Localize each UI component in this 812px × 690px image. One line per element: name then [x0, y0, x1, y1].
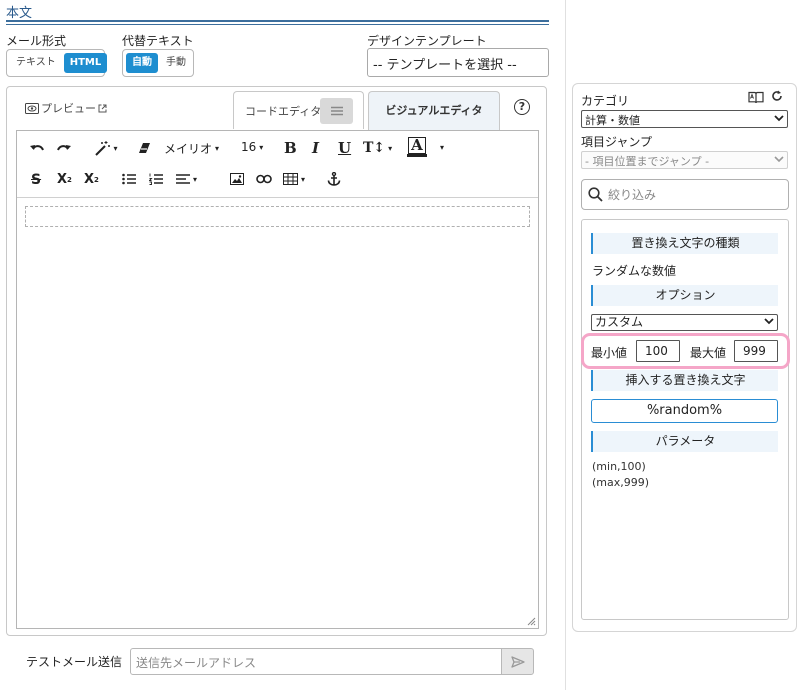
- link-icon[interactable]: [256, 174, 272, 184]
- help-icon[interactable]: ?: [514, 99, 530, 115]
- font-color-button[interactable]: A: [407, 137, 427, 157]
- resize-grip-icon[interactable]: [526, 616, 536, 626]
- max-label: 最大値: [690, 346, 727, 360]
- refresh-icon[interactable]: [771, 90, 783, 102]
- text-size-button[interactable]: T↕ ▾: [363, 140, 392, 156]
- image-icon[interactable]: [230, 173, 244, 185]
- pane-divider: [565, 0, 566, 690]
- alt-text-manual-option[interactable]: 手動: [160, 53, 192, 73]
- parameter-max: (max,999): [592, 476, 650, 489]
- eye-icon: [25, 102, 39, 114]
- magic-wand-icon[interactable]: ▾: [93, 140, 119, 156]
- subscript-glyph: X: [84, 172, 95, 187]
- subscript-button[interactable]: X2: [84, 172, 99, 187]
- test-mail-label: テストメール送信: [26, 655, 123, 669]
- replace-type-heading: 置き換え文字の種類: [591, 233, 778, 254]
- editor-content-block[interactable]: [25, 206, 530, 227]
- external-link-icon: [98, 104, 107, 113]
- undo-icon[interactable]: [28, 141, 46, 157]
- test-mail-input[interactable]: 送信先メールアドレス: [130, 648, 502, 675]
- strikethrough-button[interactable]: S: [31, 172, 41, 188]
- underline-button[interactable]: U: [338, 139, 351, 157]
- italic-button[interactable]: I: [312, 139, 319, 157]
- test-send-button[interactable]: [501, 648, 534, 675]
- tab-visual-editor[interactable]: ビジュアルエディタ: [368, 91, 500, 130]
- max-value-input[interactable]: 999: [734, 340, 778, 362]
- bold-button[interactable]: B: [284, 139, 297, 157]
- chevron-down-icon: [774, 156, 784, 163]
- dictionary-icon[interactable]: [748, 91, 764, 104]
- chevron-down-icon: [774, 115, 784, 122]
- option-heading: オプション: [591, 285, 778, 306]
- jump-select[interactable]: - 項目位置までジャンプ -: [581, 151, 788, 169]
- tab-preview[interactable]: プレビュー: [25, 100, 107, 116]
- search-icon: [588, 187, 603, 202]
- design-template-select[interactable]: -- テンプレートを選択 --: [367, 48, 549, 77]
- chevron-down-icon: [764, 318, 774, 325]
- category-value: 計算・数値: [585, 114, 640, 127]
- mail-format-toggle: テキスト HTML: [6, 49, 108, 77]
- option-value: カスタム: [595, 315, 644, 329]
- filter-placeholder: 絞り込み: [608, 188, 657, 202]
- parameter-heading: パラメータ: [591, 431, 778, 452]
- tab-code-editor-label: コードエディタ: [245, 105, 322, 118]
- menu-lines-icon: [330, 106, 344, 116]
- alt-text-auto-option[interactable]: 自動: [126, 53, 158, 73]
- replace-type-value: ランダムな数値: [592, 264, 677, 278]
- toolbar-divider: [17, 197, 538, 198]
- superscript-button[interactable]: X2: [57, 172, 72, 187]
- send-icon: [510, 655, 525, 668]
- section-rule: [6, 24, 549, 25]
- font-size-value: 16: [241, 140, 257, 154]
- redo-icon[interactable]: [55, 141, 73, 157]
- alt-text-label: 代替テキスト: [122, 34, 194, 48]
- bullet-list-icon[interactable]: [122, 173, 136, 185]
- option-select[interactable]: カスタム: [591, 314, 778, 331]
- font-color-glyph: A: [408, 137, 426, 154]
- section-title: 本文: [6, 6, 33, 21]
- design-template-label: デザインテンプレート: [367, 34, 487, 48]
- font-name-select[interactable]: メイリオ ▾: [164, 140, 219, 157]
- font-name-value: メイリオ: [164, 142, 213, 156]
- font-color-dropdown[interactable]: ▾: [437, 143, 444, 152]
- visual-editor-area[interactable]: [16, 130, 539, 629]
- align-icon[interactable]: ▾: [176, 173, 197, 185]
- anchor-icon[interactable]: [327, 172, 341, 186]
- parameter-min: (min,100): [592, 460, 646, 473]
- font-size-select[interactable]: 16 ▾: [241, 140, 263, 154]
- jump-label: 項目ジャンプ: [581, 135, 653, 149]
- category-select[interactable]: 計算・数値: [581, 110, 788, 128]
- min-label: 最小値: [591, 346, 628, 360]
- text-size-glyph: T↕: [363, 140, 386, 156]
- mail-format-text-option[interactable]: テキスト: [10, 53, 62, 73]
- alt-text-toggle: 自動 手動: [122, 49, 194, 77]
- min-value-input[interactable]: 100: [636, 340, 680, 362]
- insert-heading: 挿入する置き換え文字: [591, 370, 778, 391]
- superscript-glyph: X: [57, 172, 68, 187]
- mail-format-label: メール形式: [6, 34, 67, 48]
- code-toggle-button[interactable]: [320, 98, 353, 124]
- section-rule: [6, 20, 549, 22]
- insert-token-button[interactable]: %random%: [591, 399, 778, 423]
- numbered-list-icon[interactable]: [149, 173, 163, 185]
- tab-code-editor[interactable]: コードエディタ: [233, 91, 364, 129]
- eraser-icon[interactable]: [137, 141, 151, 155]
- jump-placeholder: - 項目位置までジャンプ -: [585, 155, 710, 168]
- filter-search-input[interactable]: 絞り込み: [581, 179, 789, 210]
- tab-preview-label: プレビュー: [41, 102, 96, 115]
- mail-format-html-option[interactable]: HTML: [63, 53, 108, 73]
- table-icon[interactable]: ▾: [283, 173, 305, 185]
- category-label: カテゴリ: [581, 94, 630, 108]
